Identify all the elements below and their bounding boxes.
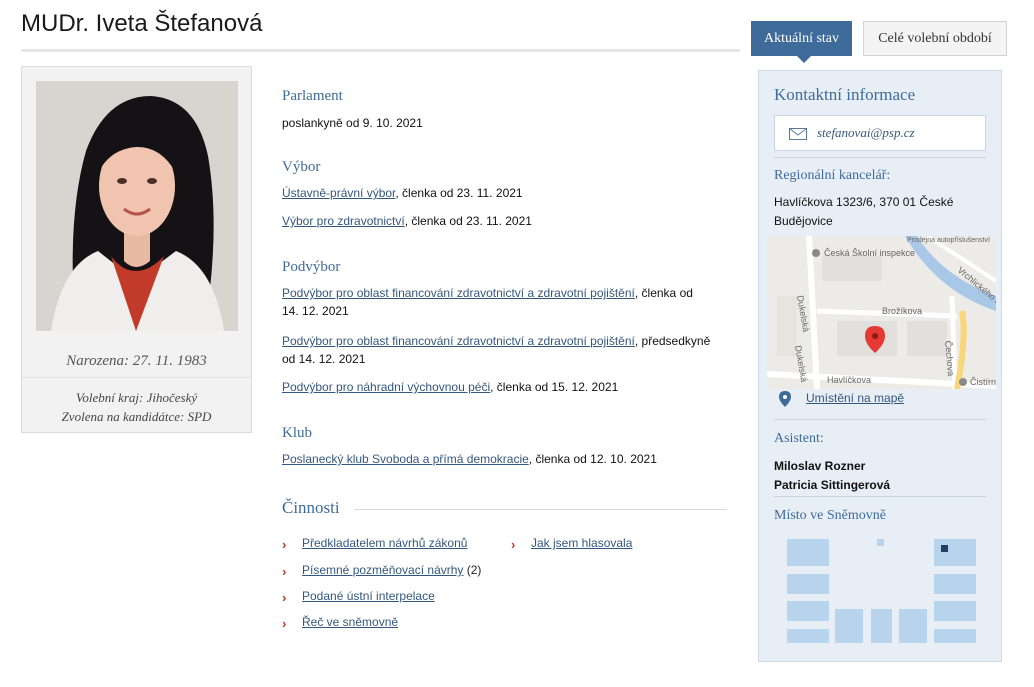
membership-info: , členka od 23. 11. 2021: [404, 214, 532, 228]
sidebar-title: Kontaktní informace: [774, 85, 916, 104]
assistant-heading: Asistent:: [774, 431, 824, 446]
activity-link[interactable]: Písemné pozměňovací návrhy: [302, 563, 463, 577]
club-link[interactable]: Poslanecký klub Svoboda a přímá demokrac…: [282, 452, 529, 466]
activity-item[interactable]: › Jak jsem hlasovala: [511, 536, 632, 552]
subcommittee-link[interactable]: Podvýbor pro oblast financování zdravotn…: [282, 286, 635, 300]
map-label: Česká Školní inspekce: [824, 248, 915, 258]
tab-current-status[interactable]: Aktuální stav: [751, 21, 852, 63]
section-heading-vybor: Výbor: [282, 159, 321, 175]
list-item: Podvýbor pro náhradní výchovnou péči, čl…: [282, 378, 722, 396]
assistant-name: Patricia Sittingerová: [774, 478, 891, 492]
activity-link[interactable]: Předkladatelem návrhů zákonů: [302, 536, 467, 550]
assistant-list: Miloslav Rozner Patricia Sittingerová: [774, 457, 890, 495]
title-divider: [21, 49, 740, 52]
parlament-text: poslankyně od 9. 10. 2021: [282, 116, 423, 130]
list-item: Podvýbor pro oblast financování zdravotn…: [282, 284, 722, 320]
chevron-right-icon: ›: [282, 537, 287, 552]
chevron-right-icon: ›: [282, 590, 287, 605]
map-label: Brožíkova: [882, 306, 922, 316]
committee-link[interactable]: Výbor pro zdravotnictví: [282, 214, 405, 228]
email-link[interactable]: stefanovai@psp.cz: [817, 125, 915, 141]
activity-item[interactable]: › Předkladatelem návrhů zákonů: [282, 536, 467, 552]
list-item: Ústavně-právní výbor, členka od 23. 11. …: [282, 184, 722, 202]
membership-date: 14. 12. 2021: [282, 304, 349, 318]
location-pin-icon: [779, 391, 791, 410]
section-heading-podvybor: Podvýbor: [282, 259, 341, 275]
office-heading: Regionální kancelář:: [774, 168, 891, 183]
sidebar-divider: [774, 419, 986, 420]
membership-date: od 14. 12. 2021: [282, 352, 366, 366]
committee-link[interactable]: Ústavně-právní výbor: [282, 186, 395, 200]
envelope-icon: [789, 128, 807, 143]
assistant-name: Miloslav Rozner: [774, 459, 866, 473]
activity-item[interactable]: › Řeč ve sněmovně: [282, 615, 398, 631]
tab-whole-term[interactable]: Celé volební období: [863, 21, 1007, 56]
profile-card: Narozena: 27. 11. 1983 Volební kraj: Jih…: [21, 66, 252, 433]
address-line: Budějovice: [774, 214, 833, 228]
map-label: Čistírn: [970, 377, 996, 387]
list-item: Výbor pro zdravotnictví, členka od 23. 1…: [282, 212, 722, 230]
activity-link[interactable]: Řeč ve sněmovně: [302, 615, 398, 629]
seat-plan: [767, 531, 996, 651]
list-item: Podvýbor pro oblast financování zdravotn…: [282, 332, 722, 368]
activity-link[interactable]: Jak jsem hlasovala: [531, 536, 632, 550]
map-link-label[interactable]: Umístění na mapě: [806, 391, 904, 405]
email-box[interactable]: stefanovai@psp.cz: [774, 115, 986, 151]
map-label: Havlíčkova: [827, 375, 871, 385]
seat-marker: [941, 545, 948, 552]
map-location-link[interactable]: Umístění na mapě: [774, 391, 904, 407]
portrait-photo: [36, 81, 238, 331]
candidacy-party: Zvolena na kandidátce: SPD: [61, 409, 212, 424]
sidebar-divider: [774, 496, 986, 497]
section-heading-parlament: Parlament: [282, 88, 343, 104]
section-heading-activities: Činnosti: [282, 498, 354, 518]
card-divider: [22, 377, 251, 378]
membership-info: , předsedkyně: [634, 334, 711, 348]
membership-info: , členka od 15. 12. 2021: [490, 380, 619, 394]
activity-item[interactable]: › Písemné pozměňovací návrhy (2): [282, 563, 482, 579]
address-line: Havlíčkova 1323/6, 370 01 České: [774, 195, 954, 209]
chevron-right-icon: ›: [282, 564, 287, 579]
activity-link[interactable]: Podané ústní interpelace: [302, 589, 435, 603]
chevron-right-icon: ›: [282, 616, 287, 631]
electoral-region: Volební kraj: Jihočeský: [75, 390, 198, 405]
page-title: MUDr. Iveta Štefanová: [21, 10, 263, 37]
subcommittee-link[interactable]: Podvýbor pro oblast financování zdravotn…: [282, 334, 635, 348]
section-heading-klub: Klub: [282, 425, 312, 441]
office-map[interactable]: Česká Školní inspekce Prodejna autopřísl…: [767, 236, 996, 389]
membership-info: , členka od 23. 11. 2021: [395, 186, 523, 200]
activity-count: (2): [466, 563, 482, 577]
membership-info: , členka od: [634, 286, 693, 300]
seat-heading: Místo ve Sněmovně: [774, 508, 886, 523]
subcommittee-link[interactable]: Podvýbor pro náhradní výchovnou péči: [282, 380, 490, 394]
office-address: Havlíčkova 1323/6, 370 01 České Budějovi…: [774, 193, 986, 231]
birth-date: Narozena: 27. 11. 1983: [66, 353, 207, 369]
contact-sidebar: Kontaktní informace stefanovai@psp.cz Re…: [758, 70, 1002, 662]
chevron-right-icon: ›: [511, 537, 516, 552]
sidebar-divider: [774, 157, 986, 158]
list-item: Poslanecký klub Svoboda a přímá demokrac…: [282, 450, 722, 468]
membership-info: , členka od 12. 10. 2021: [528, 452, 657, 466]
activity-item[interactable]: › Podané ústní interpelace: [282, 589, 435, 605]
map-label: Prodejna autopříslušenství: [907, 237, 990, 244]
